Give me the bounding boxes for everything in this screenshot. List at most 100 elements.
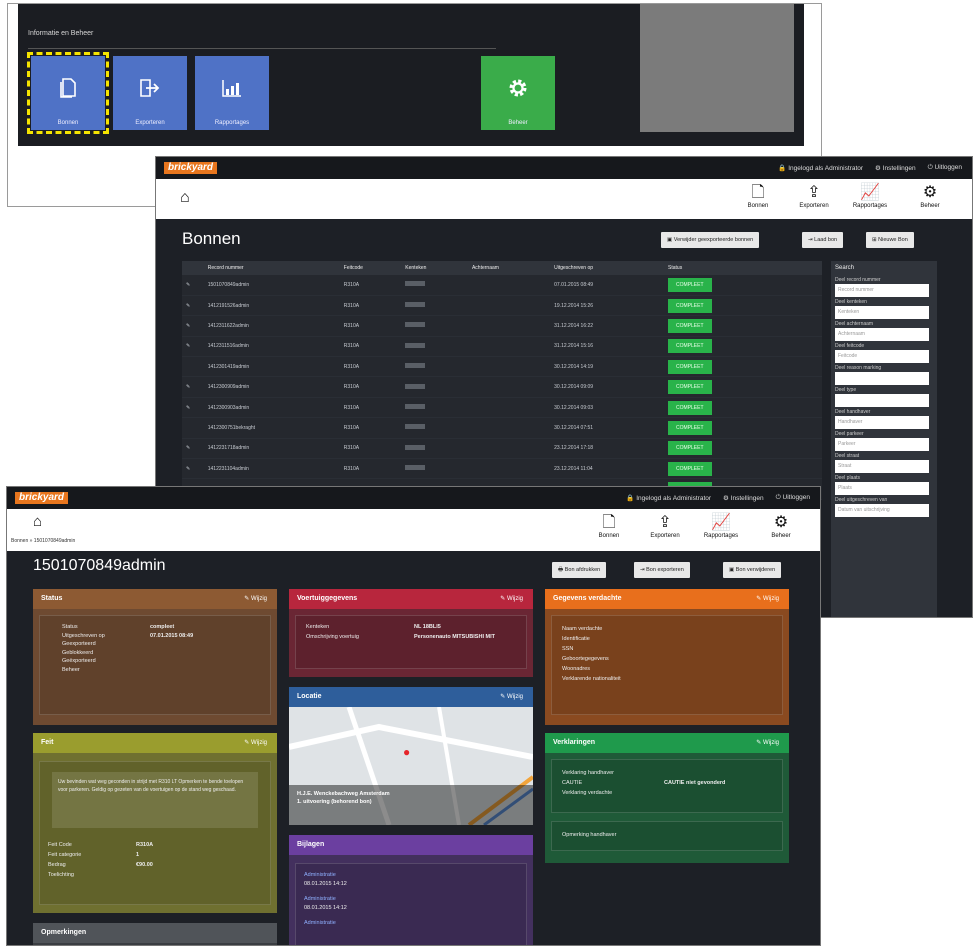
map-pin-icon: ● <box>403 745 411 759</box>
nav-bonnen[interactable]: 🗋 Bonnen <box>736 183 780 209</box>
status-row-value: compleet <box>150 624 175 630</box>
pencil-icon[interactable] <box>182 417 204 439</box>
table-row[interactable]: ✎ 1412231104admin R310A 23.12.2014 11:04 COM… <box>182 458 822 480</box>
search-input[interactable]: Straat <box>835 460 929 473</box>
tile-rapportages[interactable]: Rapportages <box>195 56 269 130</box>
logout-link[interactable]: ⏻ Uitloggen <box>928 164 962 172</box>
table-row[interactable]: ✎ 1412191526admin R310A 19.12.2014 15:26 COM… <box>182 295 822 317</box>
tile-bonnen[interactable]: Bonnen <box>27 52 109 134</box>
kenteken <box>401 397 468 419</box>
search-select[interactable] <box>835 372 929 385</box>
column-header[interactable]: Achternaam <box>467 261 551 275</box>
column-header[interactable] <box>811 261 822 275</box>
nav-rapportages[interactable]: 📈 Rapportages <box>699 513 743 539</box>
search-field-label: Deel feitcode <box>835 343 865 349</box>
nav-exporteren[interactable]: ⇪ Exporteren <box>792 183 836 209</box>
table-row[interactable]: ✎ 1412311622admin R310A 31.12.2014 16:22 COM… <box>182 315 822 337</box>
table-row[interactable]: ✎ 1412311516admin R310A 31.12.2014 15:16 COM… <box>182 336 822 358</box>
search-input[interactable]: Datum van uitschrijving <box>835 504 929 517</box>
lock-cell <box>790 315 801 337</box>
print-bon-button[interactable]: 🖶 Bon afdrukken <box>552 562 607 578</box>
map-caption: 1. uitvoering (behorend bon) <box>297 799 372 805</box>
attachment-link[interactable]: Administratie <box>304 872 336 878</box>
table-row[interactable]: ✎ 1412300903admin R310A 30.12.2014 09:03 COM… <box>182 397 822 419</box>
pencil-icon[interactable]: ✎ <box>182 458 204 480</box>
logout-link[interactable]: ⏻ Uitloggen <box>776 494 810 502</box>
pencil-icon[interactable]: ✎ <box>182 438 204 460</box>
attachment-link[interactable]: Administratie <box>304 896 336 902</box>
nav-exporteren[interactable]: ⇪ Exporteren <box>643 513 687 539</box>
pencil-icon[interactable] <box>182 356 204 378</box>
doc-cell <box>811 295 822 317</box>
breadcrumb[interactable]: Bonnen » 1501070849admin <box>11 538 75 544</box>
kenteken <box>401 315 468 337</box>
pencil-icon[interactable]: ✎ <box>182 295 204 317</box>
edit-button[interactable]: ✎ Wijzig <box>500 687 523 707</box>
table-row[interactable]: ✎ 1412231718admin R310A 23.12.2014 17:18 COM… <box>182 438 822 460</box>
table-row[interactable]: ✎ 1501070849admin R310A 07.01.2015 08:49 COM… <box>182 275 822 296</box>
delete-bon-button[interactable]: ▣ Bon verwijderen <box>723 562 782 578</box>
table-row[interactable]: 1412300751bekraght R310A 30.12.2014 07:51 C… <box>182 417 822 439</box>
top-bar: brickyard 🔒 Ingelogd als Administrator ⚙… <box>156 157 972 179</box>
new-bon-button[interactable]: ⊞ Nieuwe Bon <box>866 232 914 248</box>
settings-link[interactable]: ⚙ Instellingen <box>723 494 764 502</box>
search-input[interactable]: Feitcode <box>835 350 929 363</box>
feit-label: Feit categorie <box>48 852 82 858</box>
nav-beheer[interactable]: ⚙ Beheer <box>908 183 952 209</box>
home-icon[interactable]: ⌂ <box>33 513 42 530</box>
search-input[interactable]: Parkeer <box>835 438 929 451</box>
column-header[interactable]: Uitgeschreven op <box>550 261 665 275</box>
column-header[interactable]: Status <box>664 261 791 275</box>
export-bon-button[interactable]: ⇥ Bon exporteren <box>634 562 690 578</box>
search-field-label: Deel straat <box>835 453 860 459</box>
pencil-icon[interactable]: ✎ <box>182 376 204 398</box>
column-header[interactable]: Kenteken <box>401 261 468 275</box>
settings-link[interactable]: ⚙ Instellingen <box>875 164 916 172</box>
column-header[interactable]: Record nummer <box>203 261 340 275</box>
search-input[interactable]: Kenteken <box>835 306 929 319</box>
verklaring-row-label: Verklaring handhaver <box>562 770 614 776</box>
kenteken <box>401 356 468 378</box>
page-title: Bonnen <box>182 229 241 248</box>
redacted-value <box>405 363 426 369</box>
pencil-icon[interactable]: ✎ <box>182 336 204 358</box>
issued-date: 23.12.2014 11:04 <box>550 458 665 480</box>
edit-button[interactable]: ✎ Wijzig <box>756 589 779 609</box>
nav-bonnen[interactable]: 🗋 Bonnen <box>587 513 631 539</box>
locatie-panel: Locatie ✎ Wijzig ● H.J.E. Wenckebachweg A… <box>289 687 533 825</box>
tile-beheer[interactable]: Beheer <box>481 56 555 130</box>
pencil-icon[interactable]: ✎ <box>182 315 204 337</box>
location-map[interactable]: ● H.J.E. Wenckebachweg Amsterdam 1. uitv… <box>289 707 533 825</box>
search-input[interactable]: Record nummer <box>835 284 929 297</box>
edit-button[interactable]: ✎ Wijzig <box>756 733 779 753</box>
nav-beheer[interactable]: ⚙ Beheer <box>759 513 803 539</box>
edit-button[interactable]: ✎ Wijzig <box>244 589 267 609</box>
load-bon-button[interactable]: ⇥ Laad bon <box>802 232 844 248</box>
search-input[interactable]: Handhaver <box>835 416 929 429</box>
column-header[interactable] <box>790 261 801 275</box>
search-input[interactable]: Achternaam <box>835 328 929 341</box>
achternaam <box>467 458 551 480</box>
bijlagen-panel: Bijlagen Administratie 08.01.2015 14:12 Ad… <box>289 835 533 945</box>
column-header[interactable]: Feitcode <box>339 261 402 275</box>
search-select[interactable] <box>835 394 929 407</box>
search-field-label: Deel handhaver <box>835 409 871 415</box>
delete-exported-button[interactable]: ▣ Verwijder geexporteerde bonnen <box>661 232 760 248</box>
table-row[interactable]: 1412301419admin R310A 30.12.2014 14:19 COMP… <box>182 356 822 378</box>
kenteken <box>401 438 468 460</box>
pencil-icon[interactable]: ✎ <box>182 397 204 419</box>
edit-button[interactable]: ✎ Wijzig <box>500 589 523 609</box>
nav-rapportages[interactable]: 📈 Rapportages <box>848 183 892 209</box>
search-input[interactable]: Plaats <box>835 482 929 495</box>
column-header[interactable] <box>182 261 204 275</box>
export-user-icon: ⇪ <box>807 184 821 201</box>
home-icon[interactable]: ⌂ <box>180 189 190 207</box>
verklaring-row-value: CAUTIE niet gevonderd <box>664 780 726 786</box>
attachment-link[interactable]: Administratie <box>304 920 336 926</box>
table-row[interactable]: ✎ 1412300909admin R310A 30.12.2014 09:09 COM… <box>182 376 822 398</box>
column-header[interactable] <box>800 261 812 275</box>
tile-exporteren[interactable]: Exporteren <box>113 56 187 130</box>
verdachte-row-label: Naam verdachte <box>562 626 603 632</box>
edit-button[interactable]: ✎ Wijzig <box>244 733 267 753</box>
pencil-icon[interactable]: ✎ <box>182 275 204 296</box>
